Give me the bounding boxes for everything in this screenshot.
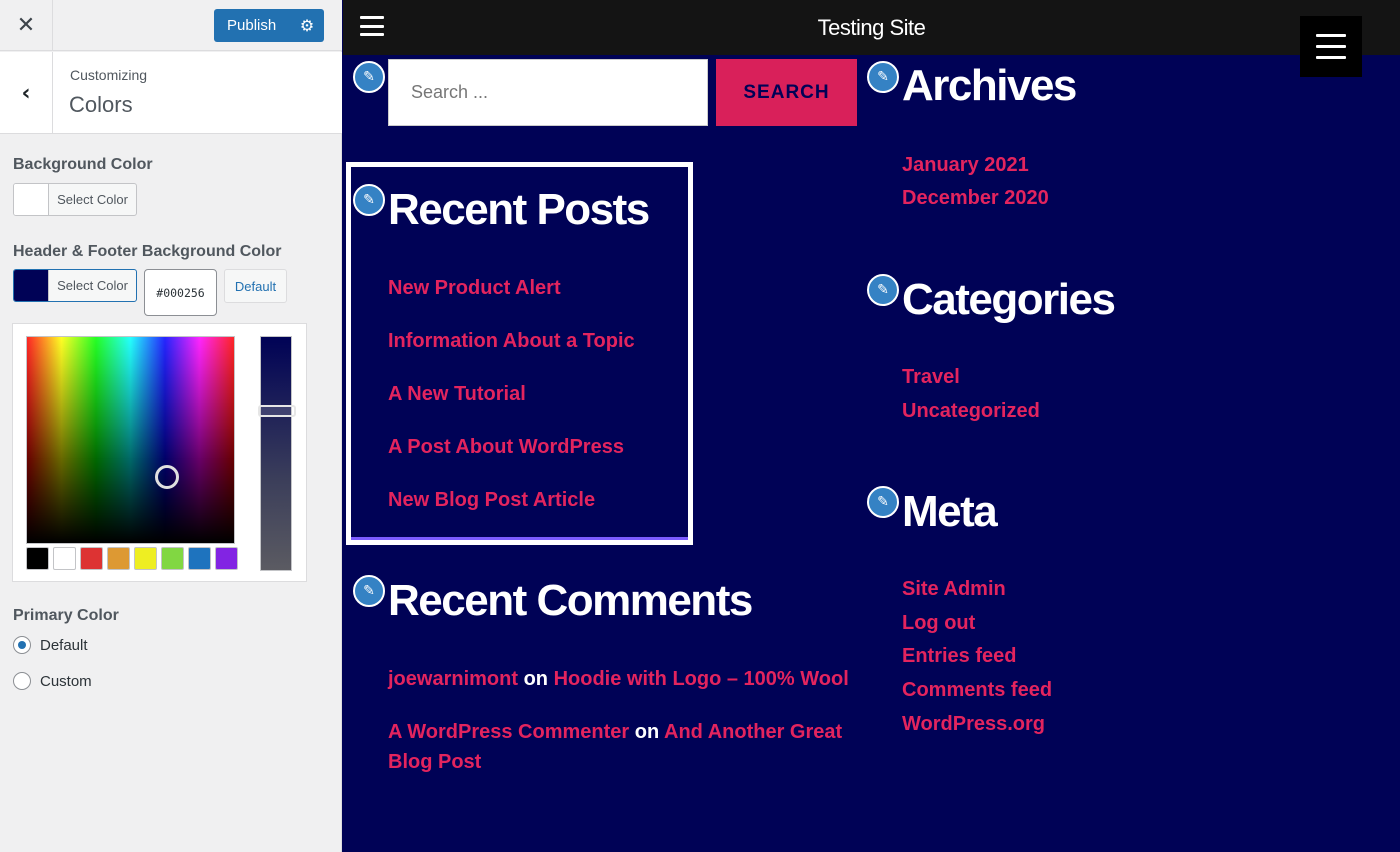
primary-color-default-option[interactable]: Default: [13, 636, 88, 654]
hue-slider-handle[interactable]: [258, 405, 296, 417]
site-title[interactable]: Testing Site: [343, 15, 1400, 41]
category-link[interactable]: Uncategorized: [902, 400, 1040, 423]
comment-author-link[interactable]: joewarnimont: [388, 668, 518, 690]
comment-author-link[interactable]: A WordPress Commenter: [388, 721, 629, 743]
hex-color-input[interactable]: #000256: [144, 269, 217, 316]
archive-link[interactable]: January 2021: [902, 154, 1029, 177]
archives-title: Archives: [902, 61, 1077, 110]
picker-handle[interactable]: [155, 465, 179, 489]
color-picker: [12, 323, 307, 582]
palette-swatch[interactable]: [161, 547, 184, 570]
search-input[interactable]: Search ...: [388, 59, 708, 126]
background-color-select-button[interactable]: Select Color: [13, 183, 137, 216]
saturation-overlay: [27, 337, 234, 543]
meta-link[interactable]: Site Admin: [902, 578, 1006, 601]
palette-swatch[interactable]: [53, 547, 76, 570]
section-header: ‹ Customizing Colors: [0, 52, 342, 134]
meta-link[interactable]: Comments feed: [902, 679, 1052, 702]
edit-pencil-icon[interactable]: ✎: [353, 575, 385, 607]
select-color-label: Select Color: [57, 192, 128, 207]
recent-post-link[interactable]: A New Tutorial: [388, 383, 526, 406]
header-footer-color-label: Header & Footer Background Color: [13, 243, 282, 260]
meta-link[interactable]: Log out: [902, 612, 975, 635]
saturation-area[interactable]: [26, 336, 235, 544]
radio-button[interactable]: [13, 672, 31, 690]
select-color-label: Select Color: [57, 278, 128, 293]
recent-post-link[interactable]: New Product Alert: [388, 277, 561, 300]
meta-title: Meta: [902, 487, 998, 536]
radio-button[interactable]: [13, 636, 31, 654]
search-button[interactable]: SEARCH: [716, 59, 857, 126]
edit-pencil-icon[interactable]: ✎: [867, 486, 899, 518]
palette-swatch[interactable]: [134, 547, 157, 570]
comment-post-link[interactable]: Blog Post: [388, 751, 481, 774]
primary-color-label: Primary Color: [13, 607, 119, 624]
comment-post-link[interactable]: And Another Great: [664, 721, 842, 743]
palette-swatch[interactable]: [215, 547, 238, 570]
background-color-swatch: [14, 184, 49, 215]
close-icon[interactable]: ✕: [0, 0, 53, 51]
header-footer-color-select-button[interactable]: Select Color: [13, 269, 137, 302]
customizer-sidebar: ✕ Publish ⚙ ‹ Customizing Colors Backgro…: [0, 0, 342, 852]
section-title: Colors: [69, 92, 133, 117]
color-palette: [26, 547, 238, 570]
comment-connector: on: [634, 721, 660, 743]
palette-swatch[interactable]: [80, 547, 103, 570]
background-color-label: Background Color: [13, 156, 153, 173]
comment-connector: on: [523, 668, 549, 690]
header-footer-color-swatch: [14, 270, 49, 301]
back-chevron-icon[interactable]: ‹: [0, 52, 53, 134]
edit-pencil-icon[interactable]: ✎: [353, 61, 385, 93]
recent-post-link[interactable]: New Blog Post Article: [388, 489, 595, 512]
radio-label: Custom: [40, 672, 92, 690]
comment-item: A WordPress Commenter on And Another Gre…: [388, 721, 842, 744]
categories-title: Categories: [902, 275, 1116, 324]
recent-post-link[interactable]: Information About a Topic: [388, 330, 635, 353]
hamburger-menu-button[interactable]: [1300, 16, 1362, 77]
edit-pencil-icon[interactable]: ✎: [867, 274, 899, 306]
category-link[interactable]: Travel: [902, 366, 960, 389]
default-color-button[interactable]: Default: [224, 269, 287, 303]
publish-button[interactable]: Publish ⚙: [214, 9, 324, 42]
hamburger-icon: [1316, 34, 1346, 59]
edit-pencil-icon[interactable]: ✎: [867, 61, 899, 93]
archive-link[interactable]: December 2020: [902, 187, 1049, 210]
primary-color-custom-option[interactable]: Custom: [13, 672, 92, 690]
hue-slider[interactable]: [258, 336, 296, 571]
gear-icon[interactable]: ⚙: [290, 9, 324, 42]
radio-label: Default: [40, 636, 88, 654]
recent-posts-title: Recent Posts: [388, 185, 650, 234]
comment-item: joewarnimont on Hoodie with Logo – 100% …: [388, 668, 849, 691]
meta-link[interactable]: Entries feed: [902, 645, 1016, 668]
recent-comments-title: Recent Comments: [388, 576, 753, 625]
palette-swatch[interactable]: [26, 547, 49, 570]
customizer-header: ✕ Publish ⚙: [0, 0, 342, 51]
edit-pencil-icon[interactable]: ✎: [353, 184, 385, 216]
breadcrumb: Customizing: [70, 67, 148, 83]
site-header: Testing Site: [343, 0, 1400, 55]
palette-swatch[interactable]: [188, 547, 211, 570]
palette-swatch[interactable]: [107, 547, 130, 570]
recent-post-link[interactable]: A Post About WordPress: [388, 436, 624, 459]
publish-label: Publish: [227, 17, 277, 34]
comment-post-link[interactable]: Hoodie with Logo – 100% Wool: [554, 668, 849, 690]
meta-link[interactable]: WordPress.org: [902, 713, 1045, 736]
site-preview: Testing Site ✎ Search ... SEARCH ✎ Recen…: [343, 0, 1400, 852]
